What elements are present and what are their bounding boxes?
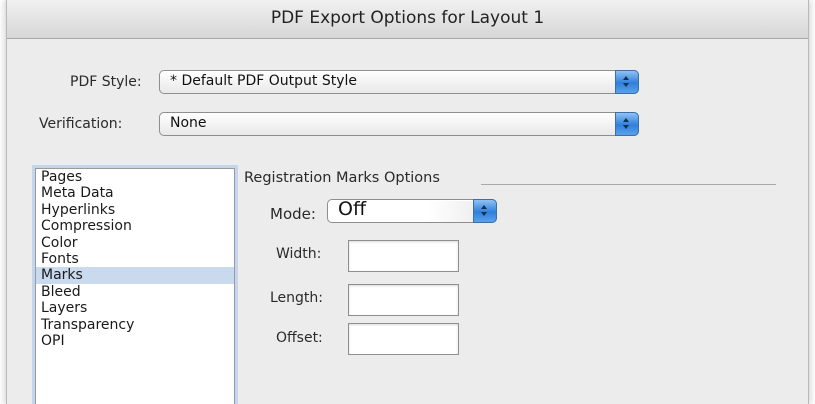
registration-group-label: Registration Marks Options — [244, 170, 440, 186]
offset-field[interactable] — [348, 323, 459, 355]
mode-popup[interactable]: Off — [327, 198, 497, 223]
category-item-hyperlinks[interactable]: Hyperlinks — [36, 202, 234, 218]
category-list[interactable]: Pages Meta Data Hyperlinks Compression Color… — [35, 168, 235, 404]
category-item-transparency[interactable]: Transparency — [36, 317, 234, 333]
category-item-color[interactable]: Color — [36, 235, 234, 251]
window-title: PDF Export Options for Layout 1 — [7, 0, 808, 39]
verification-stepper-icon[interactable] — [615, 112, 639, 136]
category-item-compression[interactable]: Compression — [36, 218, 234, 234]
length-label: Length: — [270, 290, 324, 306]
pdf-export-dialog: PDF Export Options for Layout 1 PDF Styl… — [6, 0, 809, 404]
pdf-style-stepper-icon[interactable] — [615, 70, 639, 94]
category-item-bleed[interactable]: Bleed — [36, 284, 234, 300]
pdf-style-value: * Default PDF Output Style — [170, 73, 358, 89]
mode-label: Mode: — [270, 205, 316, 223]
width-field[interactable] — [348, 240, 459, 272]
length-field[interactable] — [348, 284, 459, 316]
verification-value: None — [170, 115, 207, 131]
mode-value: Off — [338, 198, 367, 220]
category-item-fonts[interactable]: Fonts — [36, 251, 234, 267]
category-item-opi[interactable]: OPI — [36, 333, 234, 349]
category-item-pages[interactable]: Pages — [36, 169, 234, 185]
pdf-style-label: PDF Style: — [70, 74, 142, 90]
offset-label: Offset: — [276, 330, 323, 346]
verification-popup[interactable]: None — [159, 112, 639, 136]
verification-label: Verification: — [39, 116, 123, 132]
mode-stepper-icon[interactable] — [473, 199, 497, 223]
category-item-marks[interactable]: Marks — [36, 267, 234, 284]
width-label: Width: — [276, 246, 322, 262]
category-item-meta-data[interactable]: Meta Data — [36, 185, 234, 201]
pdf-style-popup[interactable]: * Default PDF Output Style — [159, 70, 639, 94]
category-item-layers[interactable]: Layers — [36, 300, 234, 316]
group-divider — [481, 184, 776, 185]
